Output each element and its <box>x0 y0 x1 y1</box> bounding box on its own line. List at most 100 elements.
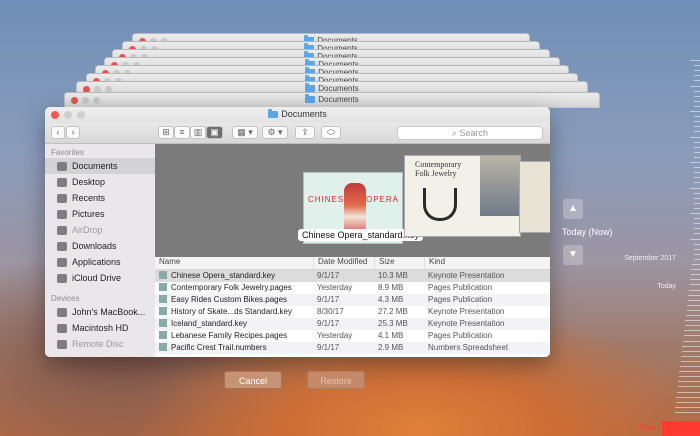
sidebar-item-label: AirDrop <box>72 225 103 235</box>
size-column-header[interactable]: Size <box>374 257 424 269</box>
date-column-header[interactable]: Date Modified <box>313 257 374 269</box>
timeline-tick <box>685 320 700 322</box>
cancel-button[interactable]: Cancel <box>224 371 282 389</box>
page-thumbnail[interactable] <box>520 162 550 232</box>
timeline-tick <box>677 391 700 393</box>
forward-button[interactable]: › <box>66 126 80 139</box>
column-view-button[interactable]: ▥ <box>190 126 206 139</box>
bike-photo-image <box>480 156 520 216</box>
share-button[interactable]: ⇪ <box>295 126 315 139</box>
timeline-tick <box>694 233 700 235</box>
timeline-tick <box>684 330 700 332</box>
action-gear-button[interactable]: ⚙ ▾ <box>262 126 288 139</box>
sidebar-item-downloads[interactable]: Downloads <box>45 238 155 254</box>
timeline-tick <box>680 366 700 367</box>
file-list: Name Date Modified Size Kind Chinese Ope… <box>155 257 550 357</box>
file-kind: Numbers Spreadsheet <box>428 343 509 352</box>
disc-icon <box>57 339 67 349</box>
sidebar-item-macintosh-hd[interactable]: Macintosh HD <box>45 320 155 336</box>
timeline-tick <box>694 172 700 174</box>
sidebar-item-pictures[interactable]: Pictures <box>45 206 155 222</box>
name-column-header[interactable]: Name <box>155 257 313 269</box>
timeline-tick <box>681 350 700 352</box>
timeline-tick <box>690 162 700 163</box>
timeline-tick <box>694 65 700 67</box>
chevron-up-icon[interactable]: ▲ <box>563 199 583 219</box>
timeline-tick <box>678 376 700 378</box>
timeline-tick <box>694 100 700 102</box>
sidebar-item-label: Downloads <box>72 241 117 251</box>
table-row[interactable]: Pacific Crest Trail.numbers 9/1/17 2.9 MB N… <box>155 342 550 354</box>
timeline-tick <box>694 116 700 118</box>
table-row[interactable]: Iceland_standard.key 9/1/17 25.3 MB Keynote… <box>155 318 550 330</box>
timeline-label-today: Today <box>657 283 676 290</box>
sidebar-item-desktop[interactable]: Desktop <box>45 174 155 190</box>
sidebar-item-label: Desktop <box>72 177 106 187</box>
timeline-tick <box>680 360 700 362</box>
table-row[interactable]: Lebanese Family Recipes.pages Yesterday 4.… <box>155 330 550 342</box>
search-field[interactable]: ⌕ Search <box>397 126 543 140</box>
sidebar-item-remote-disc[interactable]: Remote Disc <box>45 336 155 352</box>
file-date: 9/1/17 <box>317 343 340 352</box>
timeline-tick <box>690 60 700 61</box>
timeline-tick <box>694 90 700 92</box>
tag-button[interactable]: ⬭ <box>321 126 341 139</box>
timeline[interactable] <box>620 0 700 436</box>
timeline-tick <box>676 396 700 398</box>
chevron-down-icon[interactable]: ▼ <box>563 245 583 265</box>
file-kind: Keynote Presentation <box>428 271 505 280</box>
icon-view-button[interactable]: ⊞ <box>158 126 174 139</box>
group-by-button[interactable]: ▦ ▾ <box>232 126 258 139</box>
timeline-tick <box>694 131 700 133</box>
gallery-view-button[interactable]: ▣ <box>206 126 223 139</box>
sidebar-item-icloud-drive[interactable]: iCloud Drive <box>45 270 155 286</box>
timeline-tick <box>690 85 700 87</box>
file-name: History of Skate...ds Standard.key <box>171 307 292 316</box>
list-view-button[interactable]: ≡ <box>174 126 190 139</box>
sidebar-item-documents[interactable]: Documents <box>45 158 155 174</box>
sidebar-item-airdrop[interactable]: AirDrop <box>45 222 155 238</box>
file-date: 9/1/17 <box>317 271 340 280</box>
jewelry-thumbnail[interactable]: Contemporary Folk Jewelry <box>405 156 520 236</box>
sidebar-item-label: Macintosh HD <box>72 323 129 333</box>
timeline-tick <box>694 167 700 169</box>
table-row[interactable]: History of Skate...ds Standard.key 8/30/1… <box>155 306 550 318</box>
timeline-tick <box>686 315 700 316</box>
timeline-tick <box>694 207 700 209</box>
sidebar-item-applications[interactable]: Applications <box>45 254 155 270</box>
back-button[interactable]: ‹ <box>51 126 65 139</box>
file-icon <box>159 331 167 339</box>
timeline-tick <box>690 111 700 112</box>
timeline-tick <box>694 146 700 148</box>
timeline-tick <box>694 156 700 158</box>
file-icon <box>159 295 167 303</box>
thumb-title: Contemporary Folk Jewelry <box>415 160 462 178</box>
file-icon <box>159 271 167 279</box>
file-size: 27.2 MB <box>378 307 408 316</box>
timeline-tick <box>692 264 700 265</box>
timeline-tick <box>694 105 700 107</box>
list-header: Name Date Modified Size Kind <box>155 257 550 270</box>
sidebar-item-label: John's MacBook... <box>72 307 146 317</box>
sidebar-item-john-s-macbook[interactable]: John's MacBook... <box>45 304 155 320</box>
timeline-tick <box>694 202 700 204</box>
table-row[interactable]: Contemporary Folk Jewelry.pages Yesterday… <box>155 282 550 294</box>
background-window[interactable]: Documents <box>64 92 600 108</box>
timeline-tick <box>694 177 700 179</box>
file-size: 4.3 MB <box>378 295 404 304</box>
restore-button[interactable]: Restore <box>307 371 365 389</box>
file-icon <box>159 343 167 351</box>
sidebar-item-recents[interactable]: Recents <box>45 190 155 206</box>
sidebar: Favorites Documents Desktop Recents Picture… <box>45 144 156 357</box>
now-marker[interactable] <box>662 421 700 436</box>
file-size: 8.9 MB <box>378 283 404 292</box>
file-kind: Keynote Presentation <box>428 307 505 316</box>
timeline-tick <box>694 151 700 153</box>
timeline-tick <box>677 386 700 388</box>
kind-column-header[interactable]: Kind <box>424 257 550 269</box>
timeline-tick <box>690 136 700 138</box>
timeline-tick <box>694 253 700 255</box>
table-row[interactable]: Chinese Opera_standard.key 9/1/17 10.3 MB K… <box>155 270 550 282</box>
table-row[interactable]: Easy Rides Custom Bikes.pages 9/1/17 4.3 M… <box>155 294 550 306</box>
timeline-tick <box>694 141 700 143</box>
